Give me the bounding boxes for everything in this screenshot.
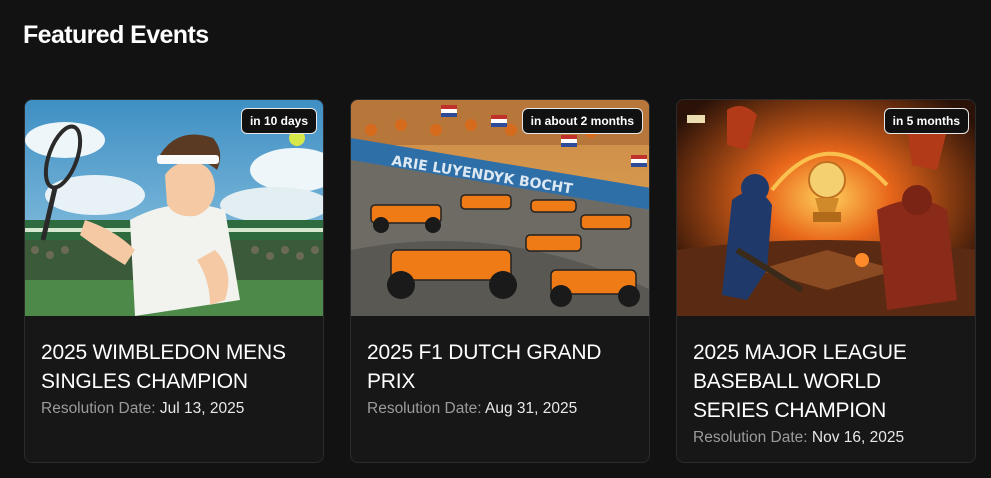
- event-title[interactable]: 2025 F1 DUTCH GRAND PRIX: [367, 338, 635, 396]
- resolution-date: Resolution Date: Aug 31, 2025: [367, 399, 635, 419]
- event-image-f1-dutch-gp[interactable]: ARIE LUYENDYK BOCHT in about 2 months: [351, 100, 649, 316]
- resolution-date-label: Resolution Date:: [367, 400, 482, 417]
- resolution-date-label: Resolution Date:: [41, 400, 156, 417]
- resolution-date-value: Aug 31, 2025: [485, 400, 578, 417]
- section-title: Featured Events: [23, 21, 209, 49]
- time-remaining-badge: in 5 months: [883, 108, 969, 134]
- resolution-date-label: Resolution Date:: [693, 429, 808, 446]
- resolution-date: Resolution Date: Jul 13, 2025: [41, 399, 309, 419]
- resolution-date-value: Nov 16, 2025: [811, 429, 905, 446]
- resolution-date: Resolution Date: Nov 16, 2025: [693, 428, 961, 448]
- event-title[interactable]: 2025 MAJOR LEAGUE BASEBALL WORLD SERIES …: [693, 338, 961, 425]
- event-card-mlb-world-series[interactable]: in 5 months 2025 MAJOR LEAGUE BASEBALL W…: [676, 99, 976, 463]
- time-remaining-badge: in about 2 months: [521, 108, 643, 134]
- event-image-wimbledon[interactable]: in 10 days: [25, 100, 323, 316]
- event-image-mlb-world-series[interactable]: in 5 months: [677, 100, 975, 316]
- resolution-date-value: Jul 13, 2025: [159, 400, 245, 417]
- event-card-wimbledon[interactable]: in 10 days 2025 WIMBLEDON MENS SINGLES C…: [24, 99, 324, 463]
- time-remaining-badge: in 10 days: [240, 108, 317, 134]
- event-title[interactable]: 2025 WIMBLEDON MENS SINGLES CHAMPION: [41, 338, 309, 396]
- event-card-f1-dutch-gp[interactable]: ARIE LUYENDYK BOCHT in about 2 months 20…: [350, 99, 650, 463]
